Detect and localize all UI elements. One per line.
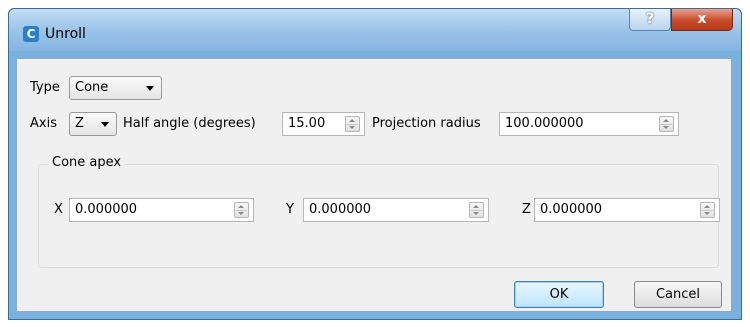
type-combobox[interactable]: Cone — [69, 76, 162, 100]
spin-buttons-icon[interactable] — [659, 116, 674, 132]
apex-z-label: Z — [522, 202, 531, 217]
chevron-down-icon — [101, 122, 109, 127]
apex-y-spinbox[interactable]: 0.000000 — [303, 198, 489, 222]
axis-combobox-value: Z — [75, 116, 84, 131]
cone-apex-title: Cone apex — [48, 155, 126, 170]
apex-x-label: X — [54, 202, 63, 217]
axis-label: Axis — [30, 116, 57, 131]
app-icon: C — [23, 26, 39, 42]
unroll-dialog-window: C Unroll ? x Type Cone Axis Z Half angle… — [8, 8, 742, 320]
type-label: Type — [30, 80, 60, 95]
apex-y-label: Y — [286, 202, 294, 217]
spin-buttons-icon[interactable] — [234, 202, 249, 218]
cancel-button[interactable]: Cancel — [634, 281, 722, 308]
apex-y-value: 0.000000 — [309, 202, 372, 217]
ok-button[interactable]: OK — [514, 281, 604, 308]
title-bar[interactable]: C Unroll ? x — [9, 9, 741, 51]
apex-z-value: 0.000000 — [540, 202, 603, 217]
dialog-client-area: Type Cone Axis Z Half angle (degrees) 15… — [16, 58, 732, 312]
half-angle-value: 15.00 — [288, 116, 326, 131]
half-angle-spinbox[interactable]: 15.00 — [282, 112, 365, 136]
spin-buttons-icon[interactable] — [345, 116, 360, 132]
apex-z-spinbox[interactable]: 0.000000 — [534, 198, 720, 222]
half-angle-label: Half angle (degrees) — [123, 116, 256, 131]
window-title: Unroll — [45, 26, 86, 42]
close-button[interactable]: x — [671, 9, 733, 31]
help-button[interactable]: ? — [629, 9, 671, 31]
chevron-down-icon — [146, 86, 154, 91]
projection-radius-spinbox[interactable]: 100.000000 — [499, 112, 679, 136]
spin-buttons-icon[interactable] — [700, 202, 715, 218]
spin-buttons-icon[interactable] — [469, 202, 484, 218]
type-combobox-value: Cone — [75, 80, 109, 95]
apex-x-value: 0.000000 — [75, 202, 138, 217]
axis-combobox[interactable]: Z — [69, 112, 117, 136]
projection-radius-value: 100.000000 — [505, 116, 584, 131]
projection-radius-label: Projection radius — [372, 116, 481, 131]
apex-x-spinbox[interactable]: 0.000000 — [69, 198, 254, 222]
